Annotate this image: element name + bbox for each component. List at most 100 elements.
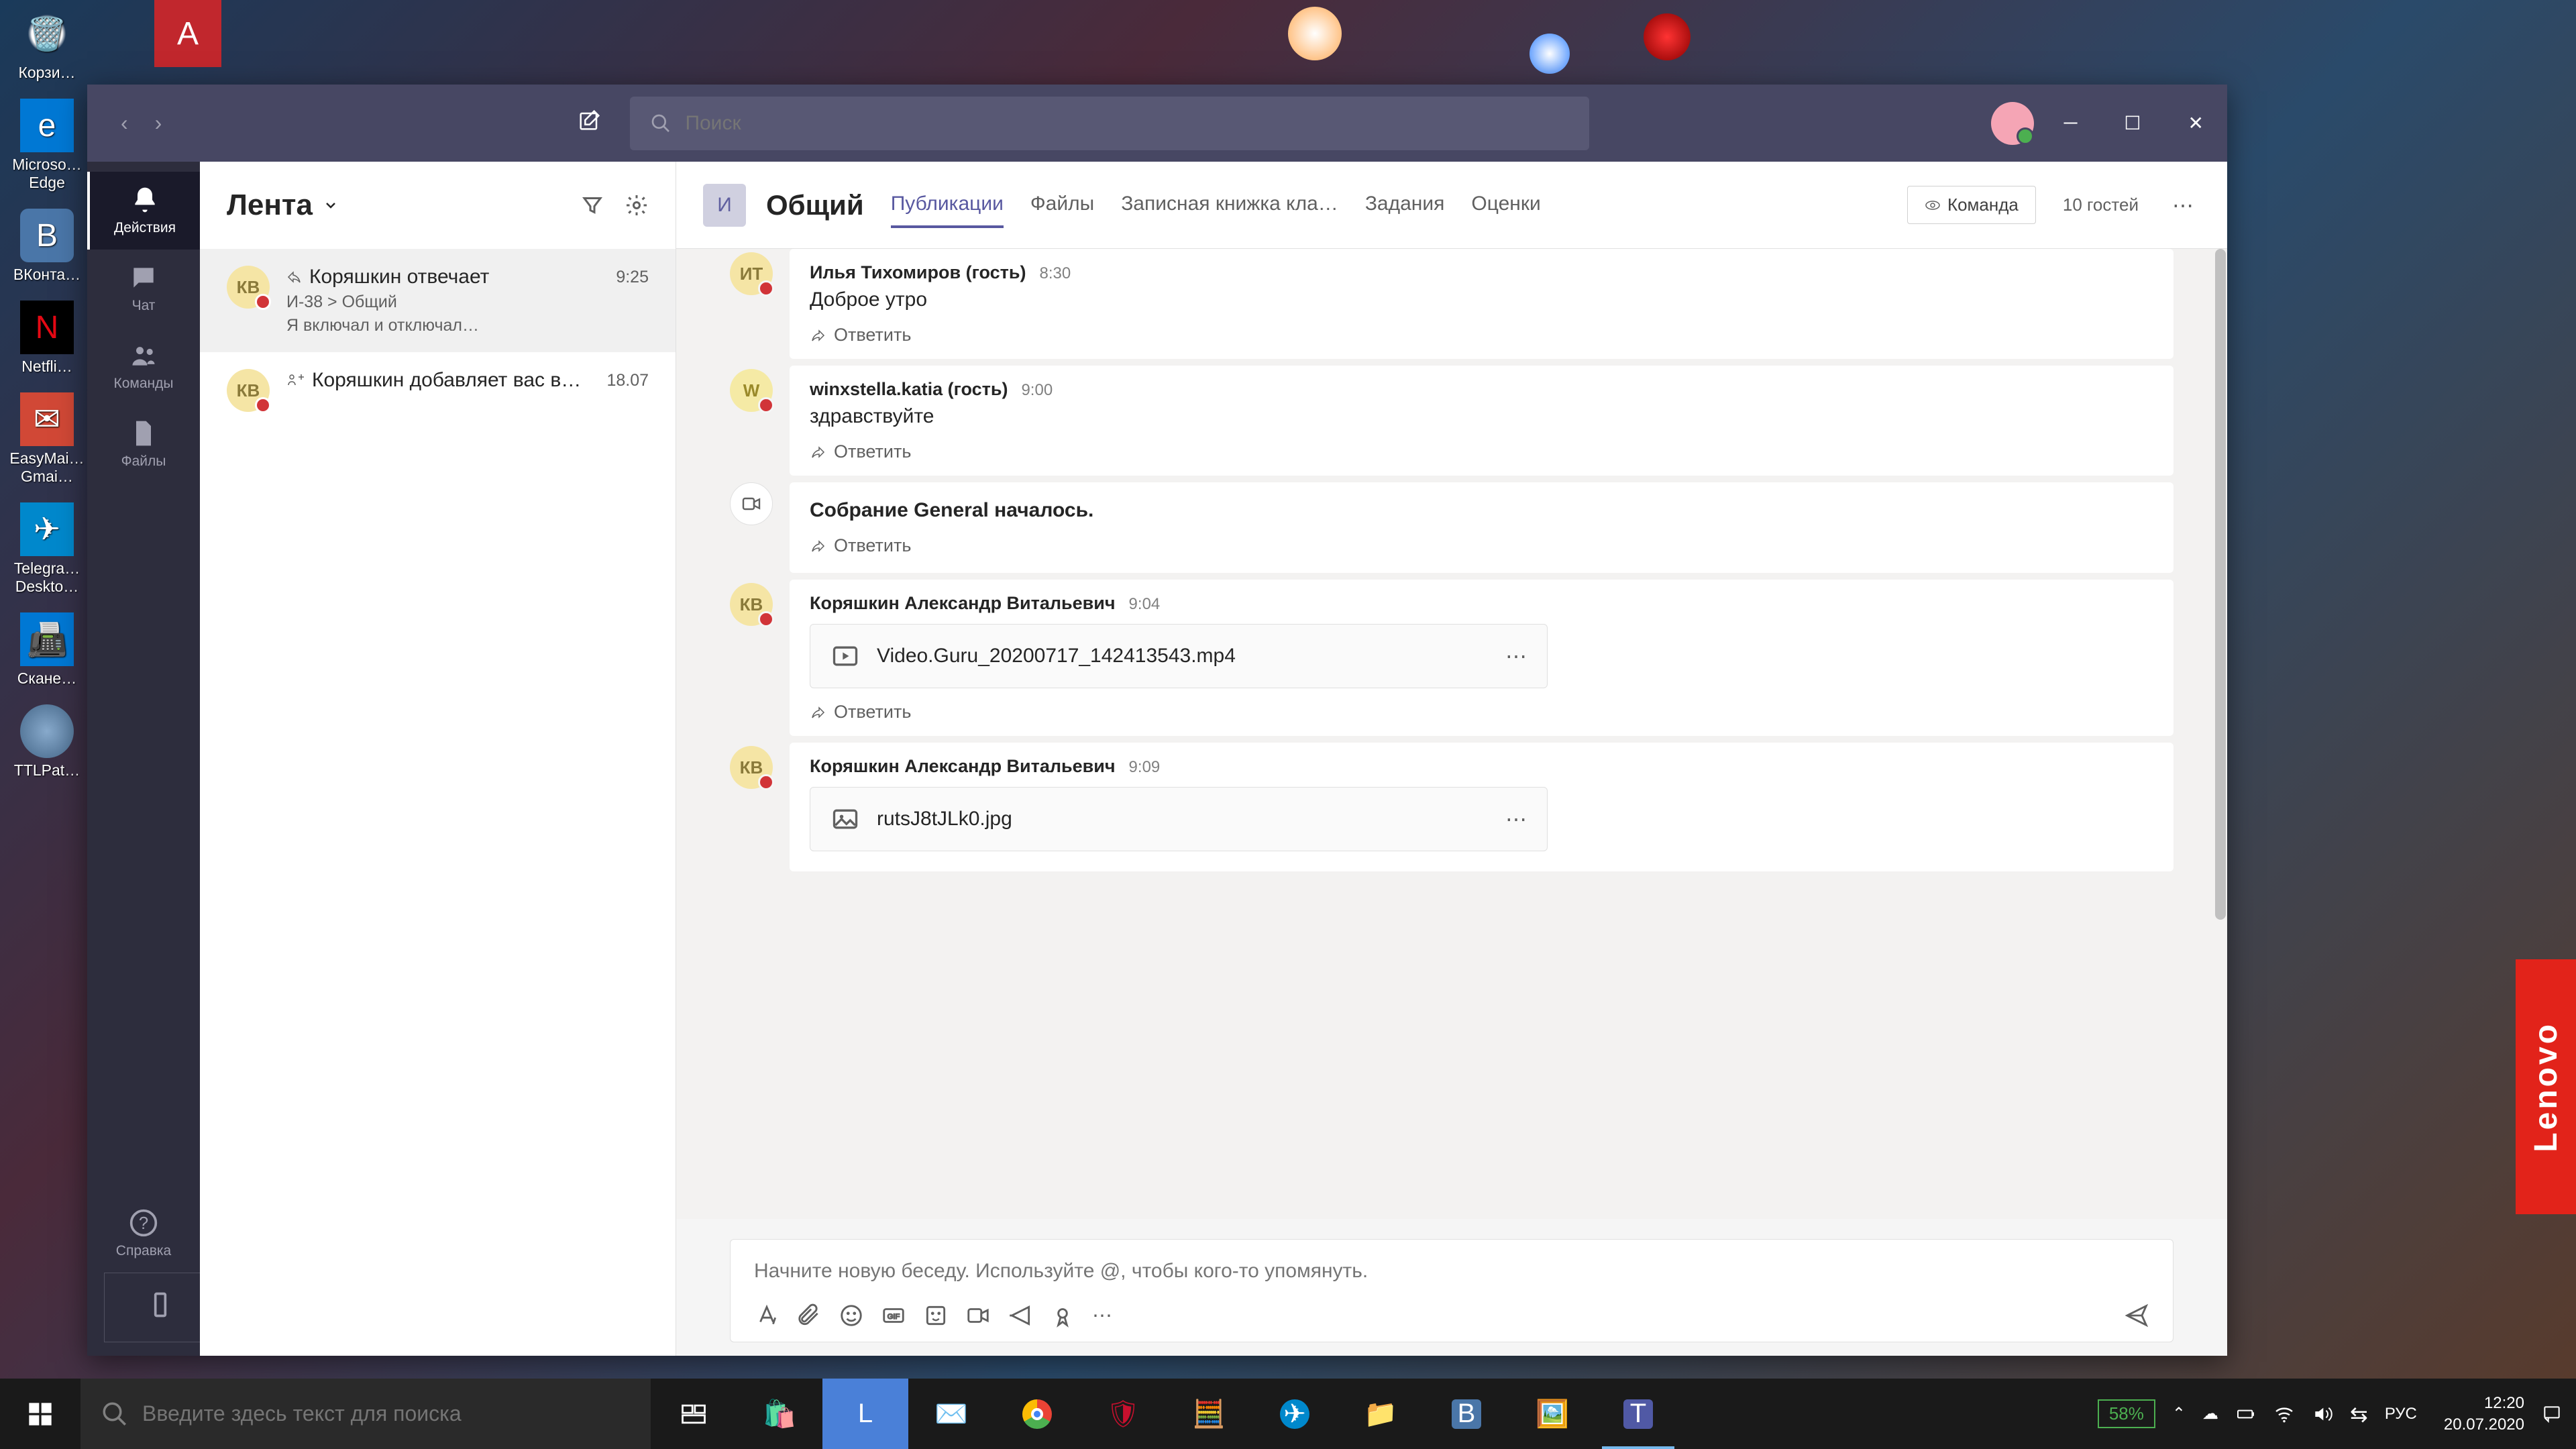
message-card[interactable]: Коряшкин Александр Витальевич9:09 rutsJ8…: [790, 743, 2174, 871]
compose-input[interactable]: [754, 1260, 2149, 1283]
task-view-icon[interactable]: [651, 1379, 737, 1449]
attach-icon[interactable]: [796, 1303, 822, 1328]
emoji-icon[interactable]: [839, 1303, 864, 1328]
tab-posts[interactable]: Публикации: [891, 182, 1004, 228]
feed-item[interactable]: КВ Коряшкин добавляет вас в…18.07: [200, 352, 676, 429]
message-card[interactable]: winxstella.katia (гость)9:00 здравствуйт…: [790, 366, 2174, 476]
tray-volume-icon[interactable]: [2312, 1403, 2333, 1425]
message-card[interactable]: Илья Тихомиров (гость)8:30 Доброе утро О…: [790, 249, 2174, 359]
taskbar-calc[interactable]: 🧮: [1166, 1379, 1252, 1449]
gif-icon[interactable]: GIF: [881, 1303, 906, 1328]
rail-files[interactable]: Файлы: [87, 405, 200, 483]
start-button[interactable]: [0, 1379, 80, 1449]
sticker-icon[interactable]: [923, 1303, 949, 1328]
reply-button[interactable]: Ответить: [810, 325, 2153, 345]
desktop-vk[interactable]: BВКонта…: [7, 209, 87, 284]
taskbar-vk[interactable]: B: [1424, 1379, 1509, 1449]
taskbar-explorer[interactable]: 📁: [1338, 1379, 1424, 1449]
label: TTLPat…: [14, 761, 80, 780]
title-bar: ‹ › ─ ☐ ✕: [87, 85, 2227, 162]
file-icon: [129, 419, 158, 448]
nav-forward-icon[interactable]: ›: [148, 104, 169, 142]
channel-area: И Общий Публикации Файлы Записная книжка…: [676, 162, 2227, 1356]
feed-title[interactable]: Лента: [227, 189, 339, 222]
tab-grades[interactable]: Оценки: [1471, 182, 1540, 228]
feed-item[interactable]: КВ Коряшкин отвечает9:25 И-38 > Общий Я …: [200, 249, 676, 352]
desktop-netflix[interactable]: NNetfli…: [7, 301, 87, 376]
tray-cloud-icon[interactable]: ☁: [2202, 1404, 2218, 1424]
tray-battery-icon[interactable]: [2235, 1403, 2257, 1425]
filter-icon[interactable]: [580, 193, 604, 217]
taskbar-lenovo[interactable]: L: [822, 1379, 908, 1449]
tray-chevron-icon[interactable]: ⌃: [2172, 1404, 2186, 1424]
reply-button[interactable]: Ответить: [810, 535, 2153, 556]
message-card[interactable]: Коряшкин Александр Витальевич 9:04 Video.…: [790, 580, 2174, 736]
battery-percent[interactable]: 58%: [2098, 1399, 2155, 1428]
tray-notifications-icon[interactable]: [2541, 1403, 2563, 1425]
more-icon[interactable]: ⋯: [1505, 806, 1527, 832]
avatar: КВ: [730, 583, 773, 626]
team-button[interactable]: Команда: [1907, 186, 2036, 224]
meet-icon[interactable]: [965, 1303, 991, 1328]
desktop-edge[interactable]: eMicroso… Edge: [7, 99, 87, 192]
nav-back-icon[interactable]: ‹: [114, 104, 135, 142]
compose-new-icon[interactable]: [570, 100, 610, 146]
taskbar-search-input[interactable]: [142, 1401, 631, 1426]
tab-notebook[interactable]: Записная книжка кла…: [1121, 182, 1338, 228]
msg-text: Доброе утро: [810, 288, 2153, 311]
search-icon: [101, 1400, 129, 1428]
gear-icon[interactable]: [625, 193, 649, 217]
maximize-icon[interactable]: ☐: [2114, 102, 2151, 144]
tab-assignments[interactable]: Задания: [1365, 182, 1445, 228]
format-icon[interactable]: [754, 1303, 780, 1328]
desktop-ttl[interactable]: TTLPat…: [7, 704, 87, 780]
taskbar-telegram[interactable]: ✈: [1252, 1379, 1338, 1449]
label: EasyMai… Gmai…: [7, 449, 87, 486]
desktop-recycle-bin[interactable]: 🗑️Корзи…: [7, 7, 87, 82]
taskbar-search[interactable]: [80, 1379, 651, 1449]
msg-time: 9:04: [1129, 595, 1161, 614]
taskbar-mcafee[interactable]: 🛡: [1080, 1379, 1166, 1449]
desktop-gmail[interactable]: ✉EasyMai… Gmai…: [7, 392, 87, 486]
minimize-icon[interactable]: ─: [2054, 102, 2088, 144]
taskbar-teams[interactable]: T: [1595, 1379, 1681, 1449]
desktop-telegram[interactable]: ✈Telegra… Deskto…: [7, 502, 87, 596]
search-box[interactable]: [630, 97, 1589, 150]
praise-icon[interactable]: [1050, 1303, 1075, 1328]
video-attachment[interactable]: Video.Guru_20200717_142413543.mp4 ⋯: [810, 624, 1548, 688]
msg-author: Коряшкин Александр Витальевич: [810, 593, 1116, 614]
system-message-card[interactable]: Собрание General началось. Ответить: [790, 482, 2174, 573]
more-icon[interactable]: ⋯: [1092, 1304, 1112, 1328]
taskbar-chrome[interactable]: [994, 1379, 1080, 1449]
taskbar-mail[interactable]: ✉️: [908, 1379, 994, 1449]
tab-files[interactable]: Файлы: [1030, 182, 1094, 228]
rail-activity[interactable]: Действия: [87, 172, 200, 250]
label: Telegra… Deskto…: [7, 559, 87, 596]
label: ВКонта…: [13, 266, 80, 284]
tray-clock[interactable]: 12:2020.07.2020: [2444, 1393, 2524, 1434]
guest-count[interactable]: 10 гостей: [2049, 186, 2152, 223]
more-icon[interactable]: ⋯: [2165, 186, 2200, 225]
taskbar-photos[interactable]: 🖼️: [1509, 1379, 1595, 1449]
reply-button[interactable]: Ответить: [810, 441, 2153, 462]
tray-lang[interactable]: РУС: [2385, 1405, 2417, 1424]
stream-icon[interactable]: [1008, 1303, 1033, 1328]
taskbar-store[interactable]: 🛍️: [737, 1379, 822, 1449]
tray-connect-icon[interactable]: ⇆: [2350, 1401, 2368, 1427]
more-icon[interactable]: ⋯: [1505, 643, 1527, 669]
tray-wifi-icon[interactable]: [2273, 1403, 2295, 1425]
send-icon[interactable]: [2124, 1303, 2149, 1328]
scrollbar[interactable]: [2214, 249, 2227, 1219]
reply-button[interactable]: Ответить: [810, 702, 2153, 722]
scrollbar-thumb[interactable]: [2215, 249, 2226, 920]
desktop-adobe[interactable]: A: [154, 0, 221, 67]
rail-help[interactable]: ?Справка: [87, 1195, 200, 1273]
search-input[interactable]: [685, 112, 1569, 135]
close-icon[interactable]: ✕: [2178, 102, 2214, 144]
image-attachment[interactable]: rutsJ8tJLk0.jpg ⋯: [810, 787, 1548, 851]
profile-avatar[interactable]: [1991, 102, 2034, 145]
desktop-scanner[interactable]: 📠Скане…: [7, 612, 87, 688]
rail-teams[interactable]: Команды: [87, 327, 200, 405]
rail-chat[interactable]: Чат: [87, 250, 200, 327]
bg-orb: [1288, 7, 1342, 60]
